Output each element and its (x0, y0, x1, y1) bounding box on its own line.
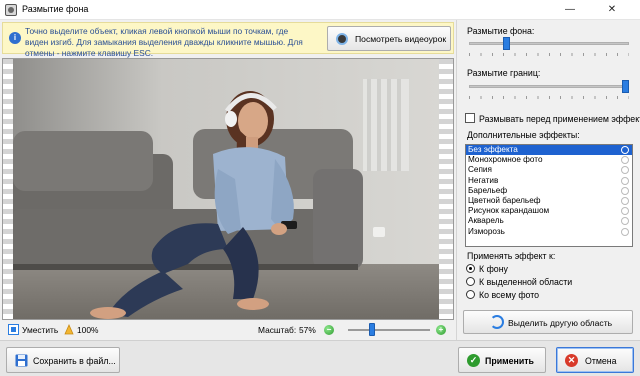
status-bar: Уместить 100% Масштаб: 57% − + (0, 320, 456, 340)
apply-to-background-radio[interactable] (466, 264, 475, 273)
minimize-button[interactable]: — (556, 0, 584, 20)
apply-to-selection-label: К выделенной области (479, 277, 573, 287)
floppy-disk-icon (15, 354, 28, 367)
effect-radio-icon (621, 196, 629, 205)
blur-background-thumb[interactable] (502, 37, 510, 50)
effect-item[interactable]: Барельеф (466, 186, 632, 196)
close-button[interactable]: ✕ (598, 0, 626, 20)
blur-background-ticks (469, 53, 629, 56)
title-bar: Размытие фона — ✕ (0, 0, 640, 20)
info-text: Точно выделите объект, кликая левой кноп… (25, 26, 303, 58)
zoom-value: 57% (299, 325, 316, 335)
fit-to-window-button[interactable]: Уместить (22, 325, 58, 335)
effect-radio-icon (621, 227, 629, 236)
effect-item[interactable]: Сепия (466, 165, 632, 175)
blur-background-slider[interactable] (469, 42, 629, 45)
effect-radio-icon (621, 217, 629, 226)
effect-item-label: Сепия (468, 165, 492, 175)
blur-edges-label: Размытие границ: (467, 68, 541, 78)
zoom-slider-track[interactable] (348, 329, 430, 331)
refresh-icon (490, 315, 504, 329)
watch-video-label: Посмотреть видеоурок (355, 34, 447, 44)
zoom-out-icon[interactable]: − (324, 325, 334, 335)
settings-panel: Размытие фона: Размытие границ: Размыват… (456, 20, 640, 340)
effect-item-label: Без эффекта (468, 145, 518, 154)
blur-background-label: Размытие фона: (467, 26, 535, 36)
info-bar: i Точно выделите объект, кликая левой кн… (2, 22, 454, 58)
zoom-label: Масштаб: (258, 325, 297, 335)
watch-video-button[interactable]: Посмотреть видеоурок (327, 26, 451, 51)
webcam-icon (336, 33, 348, 45)
zoom-in-icon[interactable]: + (436, 325, 446, 335)
effect-item[interactable]: Цветной барельеф (466, 196, 632, 206)
save-to-file-button[interactable]: Сохранить в файл... (6, 347, 120, 373)
select-other-area-button[interactable]: Выделить другую область (463, 310, 633, 334)
effect-item[interactable]: Рисунок карандашом (466, 206, 632, 216)
effect-item-label: Рисунок карандашом (468, 206, 550, 216)
info-icon: i (9, 32, 21, 44)
actual-size-button[interactable]: 100% (77, 325, 98, 335)
effect-item-label: Акварель (468, 216, 504, 226)
effect-item[interactable]: Без эффекта (466, 145, 632, 156)
effect-item-label: Негатив (468, 175, 499, 185)
app-icon (5, 4, 17, 16)
actual-size-icon[interactable] (64, 324, 75, 335)
blur-edges-slider[interactable] (469, 85, 629, 88)
effect-radio-icon (621, 146, 629, 154)
extra-effects-label: Дополнительные эффекты: (467, 130, 580, 140)
effect-radio-icon (621, 207, 629, 216)
fit-to-window-icon[interactable] (8, 324, 19, 335)
cancel-icon: ✕ (565, 354, 578, 367)
blur-before-effect-label: Размывать перед применением эффекта (479, 114, 640, 124)
effect-item-label: Цветной барельеф (468, 195, 541, 205)
checkmark-icon: ✓ (467, 354, 480, 367)
bottom-bar: Сохранить в файл... ✓ Применить ✕ Отмена (0, 340, 640, 376)
blur-edges-thumb[interactable] (622, 80, 629, 93)
effect-item[interactable]: Монохромное фото (466, 155, 632, 165)
effects-list[interactable]: Без эффекта Монохромное фото Сепия Негатив Б… (465, 144, 633, 247)
cancel-label: Отмена (585, 356, 617, 366)
apply-button[interactable]: ✓ Применить (458, 347, 546, 373)
apply-label: Применить (485, 356, 534, 366)
blur-edges-ticks (469, 96, 629, 99)
blur-before-effect-checkbox[interactable] (465, 113, 475, 123)
photo-preview[interactable] (13, 59, 439, 319)
apply-effect-to-label: Применять эффект к: (467, 251, 556, 261)
window-title: Размытие фона (22, 4, 89, 14)
canvas-area[interactable] (2, 58, 454, 320)
photo-image (13, 59, 439, 319)
effect-item-label: Изморозь (468, 226, 505, 236)
effect-item[interactable]: Изморозь (466, 227, 632, 237)
apply-to-selection-radio[interactable] (466, 277, 475, 286)
effect-radio-icon (621, 186, 629, 195)
editor-pane: i Точно выделите объект, кликая левой кн… (0, 20, 456, 340)
effect-item-label: Монохромное фото (468, 155, 543, 165)
save-to-file-label: Сохранить в файл... (33, 356, 116, 366)
zoom-slider-thumb[interactable] (369, 323, 375, 336)
effect-radio-icon (621, 156, 629, 165)
apply-to-background-label: К фону (479, 264, 508, 274)
effect-item[interactable]: Негатив (466, 176, 632, 186)
radiator (363, 79, 409, 171)
apply-to-whole-photo-label: Ко всему фото (479, 290, 540, 300)
effect-item-label: Барельеф (468, 185, 508, 195)
effect-item[interactable]: Акварель (466, 216, 632, 226)
apply-to-whole-photo-radio[interactable] (466, 290, 475, 299)
effect-radio-icon (621, 166, 629, 175)
cancel-button[interactable]: ✕ Отмена (556, 347, 634, 373)
effect-radio-icon (621, 176, 629, 185)
select-other-area-label: Выделить другую область (508, 318, 613, 328)
